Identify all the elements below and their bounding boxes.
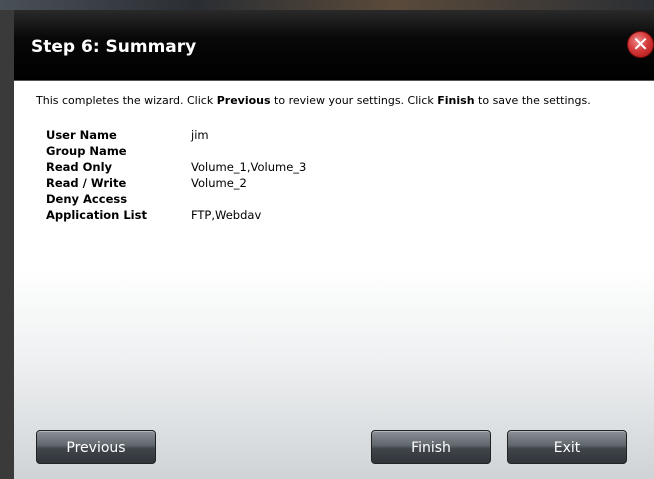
dialog-title: Step 6: Summary [31, 37, 197, 57]
summary-row-user-name: User Name jim [46, 128, 306, 144]
summary-value: Volume_2 [191, 176, 247, 190]
summary-value: jim [191, 128, 209, 142]
summary-value: FTP,Webdav [191, 208, 262, 222]
summary-label: Deny Access [46, 192, 128, 206]
summary-label: Read Only [46, 160, 113, 174]
summary-table: User Name jim Group Name Read Only Volum… [46, 128, 306, 224]
intro-text: This completes the wizard. Click Previou… [36, 94, 646, 107]
summary-row-application-list: Application List FTP,Webdav [46, 208, 306, 224]
finish-button[interactable]: Finish [371, 430, 491, 464]
wizard-dialog: Step 6: Summary ✕ This completes the wiz… [14, 10, 654, 479]
summary-row-deny-access: Deny Access [46, 192, 306, 208]
summary-value: Volume_1,Volume_3 [191, 160, 307, 174]
intro-part3: to save the settings. [474, 94, 591, 107]
background-strip [0, 0, 654, 10]
intro-part1: This completes the wizard. Click [36, 94, 217, 107]
exit-button[interactable]: Exit [507, 430, 627, 464]
summary-row-group-name: Group Name [46, 144, 306, 160]
previous-button[interactable]: Previous [36, 430, 156, 464]
summary-row-read-only: Read Only Volume_1,Volume_3 [46, 160, 306, 176]
summary-row-read-write: Read / Write Volume_2 [46, 176, 306, 192]
intro-part2: to review your settings. Click [270, 94, 438, 107]
summary-label: Group Name [46, 144, 127, 158]
dialog-titlebar: Step 6: Summary ✕ [14, 10, 654, 81]
summary-label: Read / Write [46, 176, 127, 190]
summary-label: Application List [46, 208, 147, 222]
intro-previous-word: Previous [216, 94, 271, 107]
close-icon[interactable]: ✕ [627, 31, 654, 58]
intro-finish-word: Finish [437, 94, 475, 107]
summary-value [191, 192, 306, 208]
summary-label: User Name [46, 128, 117, 142]
summary-value [191, 144, 306, 160]
